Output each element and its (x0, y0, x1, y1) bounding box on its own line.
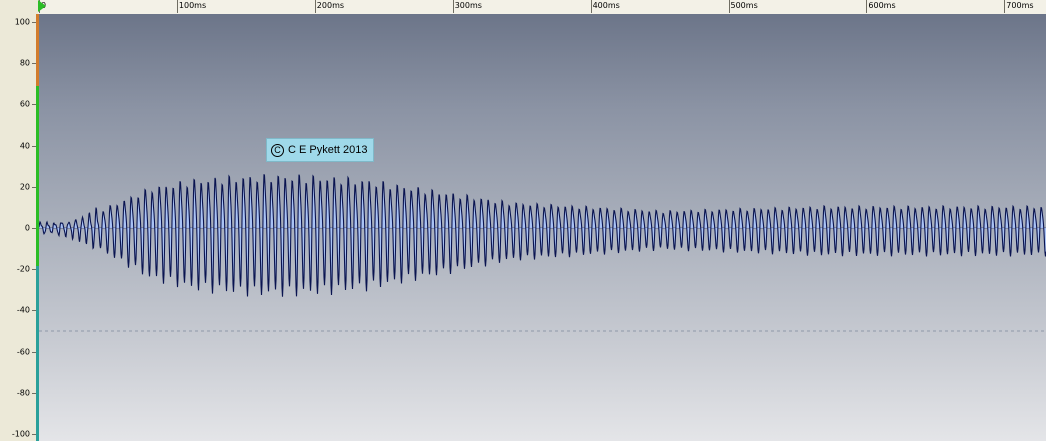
timeline-ruler[interactable]: 0 100ms 200ms 300ms 400ms 500ms 600ms 700ms (38, 0, 1046, 15)
timeline-tick (176, 0, 178, 13)
playhead-marker[interactable] (38, 0, 46, 12)
amplitude-label: -20 (16, 264, 30, 274)
amplitude-label: 0 (24, 223, 30, 233)
copyright-text: C E Pykett 2013 (288, 144, 368, 156)
amplitude-label: -60 (16, 347, 30, 357)
amplitude-label: -40 (16, 305, 30, 315)
amplitude-label: 80 (19, 58, 30, 68)
timeline-tick-label: 300ms (454, 1, 482, 10)
waveform-area[interactable] (39, 14, 1046, 441)
amplitude-label: 40 (19, 141, 30, 151)
copyright-icon: C (271, 143, 284, 157)
audio-editor-window: 0 100ms 200ms 300ms 400ms 500ms 600ms 700ms 100… (0, 0, 1046, 441)
amplitude-label: 60 (19, 99, 30, 109)
timeline-tick (314, 0, 316, 13)
timeline-tick (590, 0, 592, 13)
timeline-tick (728, 0, 730, 13)
amplitude-label: 20 (19, 182, 30, 192)
timeline-tick-label: 500ms (730, 1, 758, 10)
amplitude-label: -80 (16, 388, 30, 398)
amplitude-label: -100 (11, 429, 30, 439)
timeline-tick (866, 0, 868, 13)
amplitude-label: 100 (14, 17, 30, 27)
timeline-tick (452, 0, 454, 13)
waveform-trace (39, 174, 1046, 297)
timeline-tick-label: 200ms (316, 1, 345, 10)
timeline-tick-label: 100ms (178, 1, 207, 10)
copyright-label: C C E Pykett 2013 (266, 138, 374, 162)
amplitude-ruler: 100 80 60 40 20 0 -20 -40 -60 -80 -100 (0, 14, 36, 441)
waveform-plot (39, 124, 1046, 332)
timeline-tick-label: 700ms (1006, 1, 1034, 10)
timeline-tick-label: 400ms (592, 1, 620, 10)
timeline-tick (1004, 0, 1006, 13)
timeline-tick-label: 600ms (868, 1, 896, 10)
